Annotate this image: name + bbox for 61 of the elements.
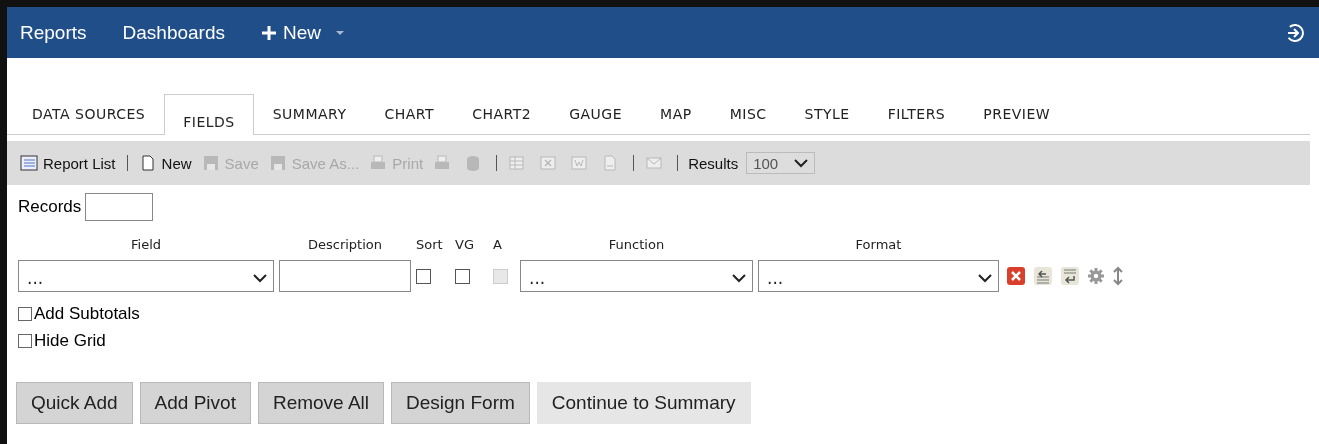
envelope-icon [645,154,664,172]
checkbox-label: Add Subtotals [34,303,140,324]
chevron-down-icon [794,158,809,168]
vg-checkbox[interactable] [455,268,470,284]
tab[interactable]: PREVIEW [964,102,1070,134]
column-header: Sort [416,237,444,254]
column-header: Function [607,237,666,254]
toolbar-button[interactable]: Report List [17,154,119,172]
printer-icon [369,154,388,172]
tab[interactable]: DATA SOURCES [7,102,165,134]
checkbox[interactable] [18,333,32,348]
sort-checkbox[interactable] [416,268,431,284]
column-header: Description [306,237,383,254]
logout-icon[interactable] [1285,22,1305,43]
tab[interactable]: SUMMARY [253,102,366,134]
checkbox[interactable] [18,306,32,321]
nav-link[interactable]: Dashboards [122,21,225,44]
field-select[interactable]: ... [18,260,274,292]
plus-icon [261,24,277,41]
format-select[interactable]: ... [758,260,999,292]
delete-icon[interactable] [1006,266,1026,286]
tab[interactable]: MAP [641,102,711,134]
action-button[interactable]: Remove All [257,382,385,424]
action-button[interactable]: Continue to Summary [536,382,751,424]
column-header: A [493,237,503,254]
resize-vertical-icon[interactable] [1112,266,1124,286]
records-input[interactable] [85,193,154,221]
spreadsheet-icon [539,154,558,172]
list-icon [20,154,38,172]
tab[interactable]: MISC [710,102,786,134]
spreadsheet-icon [508,154,527,172]
new-button[interactable]: New [261,21,321,44]
chevron-down-icon [732,273,746,283]
results-label: Results [688,154,739,172]
records-label: Records [18,197,82,217]
column-header: VG [455,237,475,254]
action-button[interactable]: Design Form [391,382,530,424]
tab[interactable]: FIELDS [164,94,254,135]
tab[interactable]: CHART [365,102,454,134]
move-down-icon[interactable] [1060,266,1080,286]
caret-icon[interactable] [335,29,345,36]
move-up-icon[interactable] [1033,266,1053,286]
action-button[interactable]: Quick Add [16,382,133,424]
action-button[interactable]: Add Pivot [139,382,251,424]
column-header: Format [854,237,903,254]
function-select[interactable]: ... [520,260,753,292]
checkbox-label: Hide Grid [34,330,106,351]
printer-icon [433,154,452,172]
tab[interactable]: FILTERS [868,102,965,134]
nav-link[interactable]: Reports [20,21,87,44]
column-header: Field [130,237,162,254]
tab[interactable]: CHART2 [453,102,551,134]
toolbar-button[interactable]: New [135,154,195,172]
chevron-down-icon [253,273,267,283]
tab[interactable]: GAUGE [550,102,642,134]
description-input[interactable] [279,260,411,292]
settings-icon[interactable] [1087,267,1105,285]
results-select[interactable]: 100 [746,152,816,174]
word-document-icon [570,154,589,172]
chevron-down-icon [978,273,992,283]
tab[interactable]: STYLE [785,102,869,134]
